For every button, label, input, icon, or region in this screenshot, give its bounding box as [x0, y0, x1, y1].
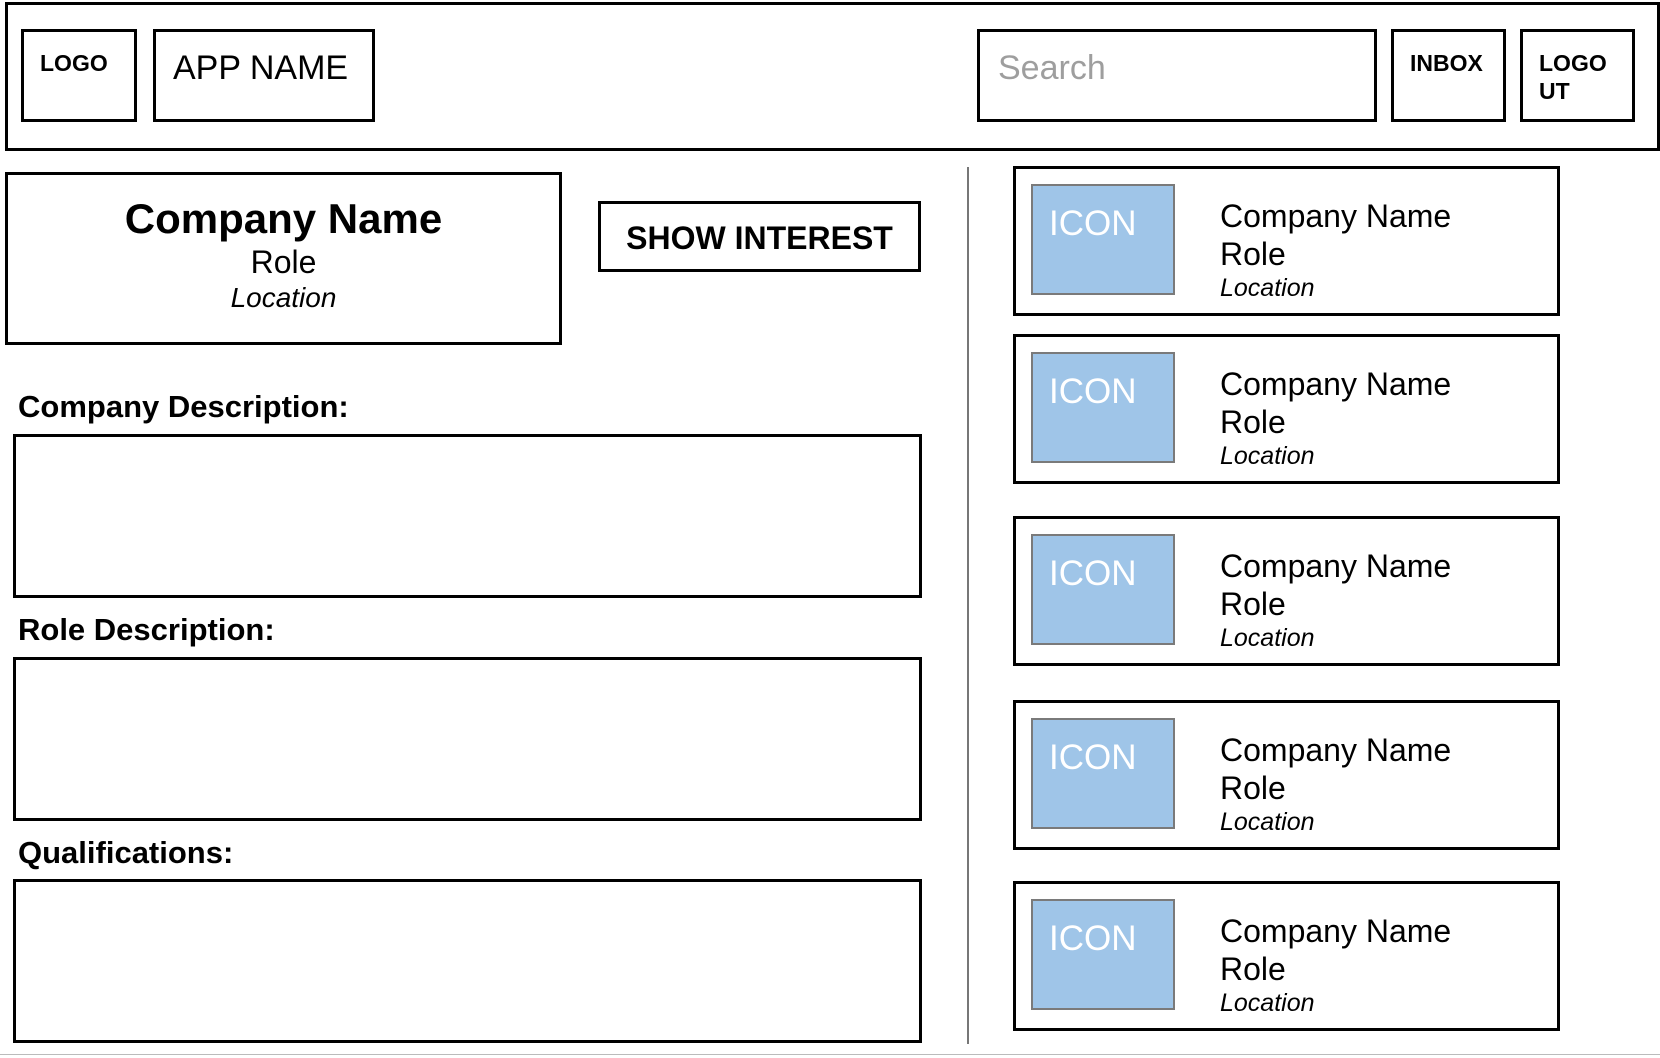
qualifications-label: Qualifications:: [18, 835, 234, 870]
listing-location: Location: [1220, 274, 1315, 302]
company-description-label: Company Description:: [18, 389, 349, 424]
listing-card[interactable]: ICON Company Name Role Location: [1013, 700, 1560, 850]
company-description-box: [13, 434, 922, 598]
job-role: Role: [250, 244, 317, 280]
listing-location: Location: [1220, 808, 1315, 836]
role-description-label: Role Description:: [18, 612, 275, 647]
job-summary-card: Company Name Role Location: [5, 172, 562, 345]
logo[interactable]: LOGO: [21, 29, 137, 122]
listing-company-name: Company Name: [1220, 732, 1452, 768]
listing-company-name: Company Name: [1220, 913, 1452, 949]
qualifications-box: [13, 879, 922, 1043]
listing-location: Location: [1220, 442, 1315, 470]
listing-card[interactable]: ICON Company Name Role Location: [1013, 166, 1560, 316]
listing-company-name: Company Name: [1220, 548, 1452, 584]
company-icon: ICON: [1031, 184, 1175, 295]
listing-location: Location: [1220, 624, 1315, 652]
listing-location: Location: [1220, 989, 1315, 1017]
search-input[interactable]: Search: [977, 29, 1377, 122]
company-icon: ICON: [1031, 899, 1175, 1010]
listing-card[interactable]: ICON Company Name Role Location: [1013, 516, 1560, 666]
show-interest-button[interactable]: SHOW INTEREST: [598, 201, 921, 272]
listing-company-name: Company Name: [1220, 366, 1452, 402]
company-icon: ICON: [1031, 534, 1175, 645]
logout-button[interactable]: LOGO UT: [1520, 29, 1635, 122]
listing-card[interactable]: ICON Company Name Role Location: [1013, 881, 1560, 1031]
listing-role: Role: [1220, 586, 1286, 622]
bottom-divider: [0, 1054, 1660, 1055]
logout-label: LOGO UT: [1539, 50, 1607, 104]
listing-company-name: Company Name: [1220, 198, 1452, 234]
app-name: APP NAME: [153, 29, 375, 122]
column-divider: [967, 167, 969, 1044]
listing-role: Role: [1220, 236, 1286, 272]
job-company-name: Company Name: [124, 195, 443, 242]
job-location: Location: [230, 282, 337, 313]
listing-card[interactable]: ICON Company Name Role Location: [1013, 334, 1560, 484]
inbox-button[interactable]: INBOX: [1391, 29, 1506, 122]
company-icon: ICON: [1031, 718, 1175, 829]
role-description-box: [13, 657, 922, 821]
listing-role: Role: [1220, 951, 1286, 987]
listing-role: Role: [1220, 770, 1286, 806]
company-icon: ICON: [1031, 352, 1175, 463]
listing-role: Role: [1220, 404, 1286, 440]
